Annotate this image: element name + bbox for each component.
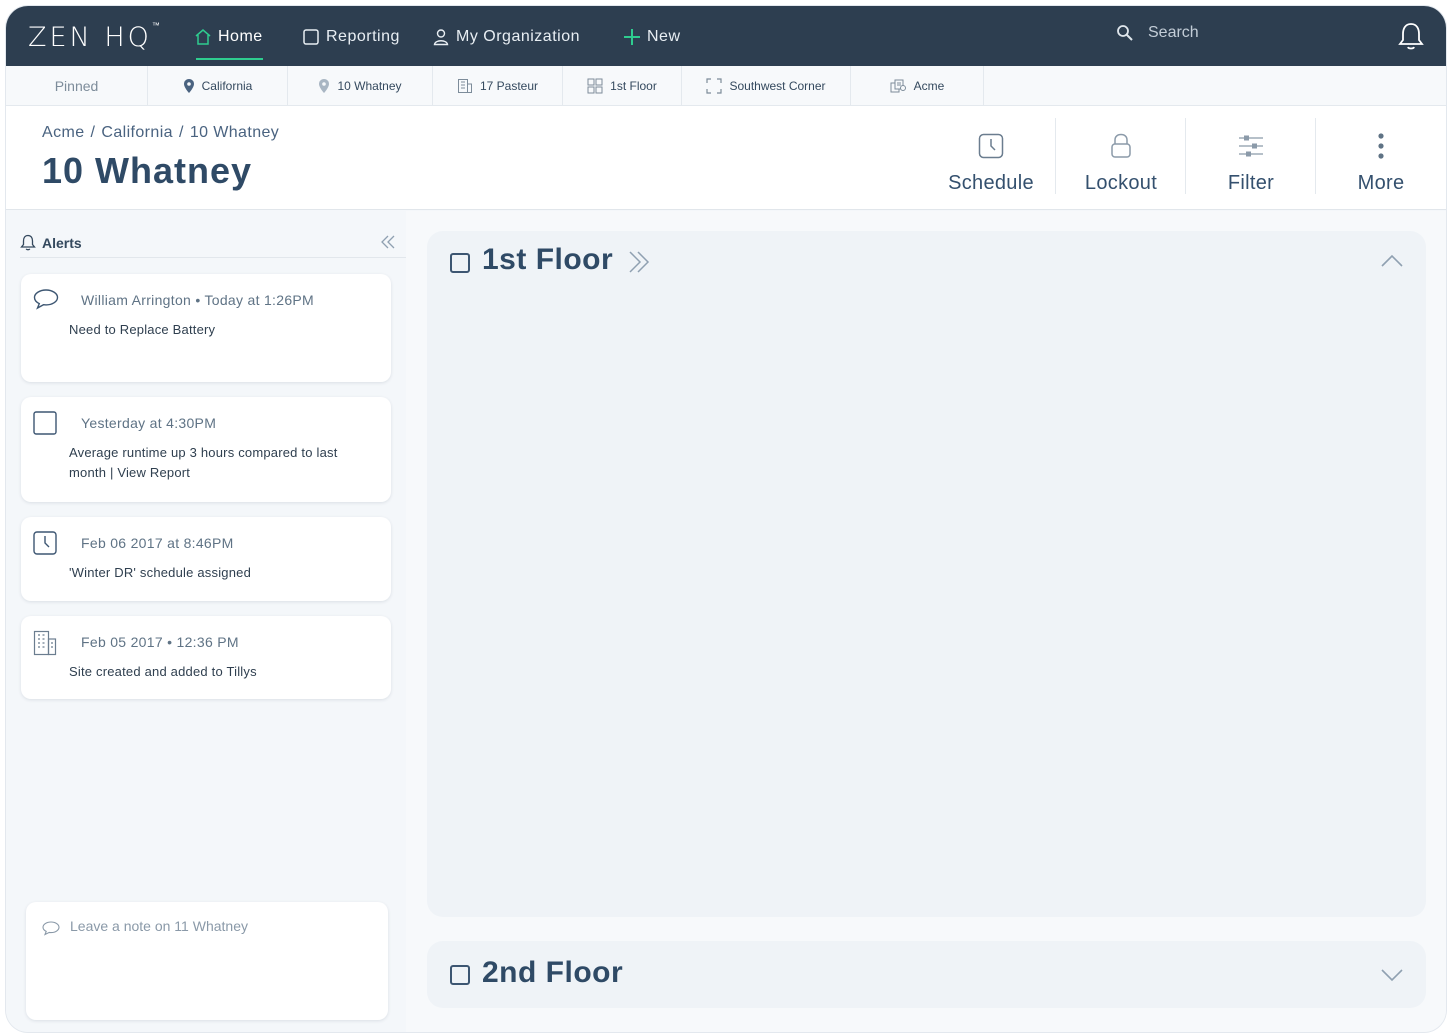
- collapse-panel-button[interactable]: [380, 234, 396, 255]
- more-button[interactable]: More: [1316, 118, 1446, 202]
- app-frame: ZEN HQ™ Home Reporting My Organization N…: [6, 6, 1446, 1032]
- bell-icon: [20, 234, 36, 251]
- nav-home-label: Home: [218, 28, 263, 45]
- nav-my-organization[interactable]: My Organization: [432, 24, 580, 50]
- alert-meta: William Arrington • Today at 1:26PM: [81, 292, 315, 308]
- alert-message: Site created and added to Tillys: [69, 664, 257, 679]
- plus-icon: [624, 29, 640, 45]
- clock-icon: [33, 531, 57, 560]
- more-vertical-icon: [1378, 133, 1384, 159]
- alert-card[interactable]: Feb 06 2017 at 8:46PM 'Winter DR' schedu…: [21, 517, 391, 601]
- filter-button[interactable]: Filter: [1186, 118, 1316, 202]
- home-icon: [195, 29, 211, 45]
- filter-sliders-icon: [1239, 135, 1263, 157]
- floor-grid-icon: [587, 78, 603, 94]
- pinned-item-label: California: [201, 79, 253, 93]
- alert-message: Average runtime up 3 hours compared to l…: [69, 445, 338, 480]
- alert-meta: Feb 05 2017 • 12:36 PM: [81, 634, 239, 650]
- search-input[interactable]: [1148, 24, 1348, 42]
- pinned-label: Pinned: [6, 66, 148, 106]
- breadcrumb-10-whatney[interactable]: 10 Whatney: [190, 124, 279, 141]
- schedule-button[interactable]: Schedule: [926, 118, 1056, 202]
- note-box: [26, 902, 388, 1020]
- pinned-label-text: Pinned: [54, 78, 99, 94]
- pinned-item-label: 17 Pasteur: [479, 79, 539, 93]
- nav-home[interactable]: Home: [194, 24, 263, 60]
- search-icon: [1117, 25, 1133, 41]
- breadcrumb: Acme / California / 10 Whatney: [42, 124, 279, 142]
- floors-panel: 1st Floor 2nd Floor: [406, 211, 1446, 1032]
- location-pin-icon: [183, 79, 194, 93]
- floor-section: 2nd Floor: [427, 941, 1426, 1008]
- nav-new[interactable]: New: [623, 24, 681, 50]
- lockout-label: Lockout: [1084, 172, 1158, 194]
- alert-meta: Yesterday at 4:30PM: [81, 415, 217, 431]
- alert-card[interactable]: William Arrington • Today at 1:26PM Need…: [21, 274, 391, 382]
- breadcrumb-separator: /: [178, 124, 184, 141]
- alert-card[interactable]: Yesterday at 4:30PM Average runtime up 3…: [21, 397, 391, 502]
- nav-org-label: My Organization: [456, 28, 580, 45]
- user-icon: [433, 29, 449, 46]
- organization-icon: [890, 79, 906, 93]
- alerts-panel: Alerts William Arrington • Today at 1:26…: [6, 211, 406, 1032]
- comment-icon: [33, 288, 59, 315]
- pinned-item-label: Southwest Corner: [729, 79, 826, 93]
- floor-title: 1st Floor: [482, 243, 614, 276]
- alert-message: Need to Replace Battery: [69, 322, 216, 337]
- pinned-item-southwest-corner[interactable]: Southwest Corner: [682, 66, 851, 106]
- building-icon: [33, 630, 57, 661]
- breadcrumb-acme[interactable]: Acme: [42, 124, 85, 141]
- pinned-item-california[interactable]: California: [148, 66, 288, 106]
- double-chevron-left-icon: [381, 235, 395, 249]
- floor-checkbox[interactable]: [450, 253, 470, 273]
- page-header: Acme / California / 10 Whatney 10 Whatney Sc…: [6, 106, 1446, 210]
- lockout-button[interactable]: Lockout: [1056, 118, 1186, 202]
- pinned-item-label: 10 Whatney: [337, 79, 402, 93]
- nav-reporting-label: Reporting: [326, 28, 400, 45]
- filter-label: Filter: [1227, 172, 1275, 194]
- pinned-item-17-pasteur[interactable]: 17 Pasteur: [433, 66, 563, 106]
- nav-reporting[interactable]: Reporting: [302, 24, 400, 50]
- floor-checkbox[interactable]: [450, 965, 470, 985]
- more-label: More: [1357, 172, 1405, 194]
- alerts-header: Alerts: [20, 228, 406, 258]
- floor-title: 2nd Floor: [482, 956, 624, 989]
- building-icon: [457, 79, 472, 93]
- pinned-item-acme[interactable]: Acme: [851, 66, 984, 106]
- pinned-item-1st-floor[interactable]: 1st Floor: [563, 66, 682, 106]
- checkbox-icon: [33, 411, 57, 440]
- logo-trademark: ™: [151, 21, 160, 30]
- comment-icon: [42, 921, 60, 941]
- alert-message: 'Winter DR' schedule assigned: [69, 565, 252, 580]
- chevron-up-icon[interactable]: [1380, 253, 1404, 274]
- reporting-icon: [303, 29, 319, 45]
- location-pin-outline-icon: [319, 79, 330, 93]
- chevron-down-icon[interactable]: [1380, 967, 1404, 988]
- breadcrumb-separator: /: [90, 124, 96, 141]
- search-box: [1116, 24, 1348, 42]
- nav-new-label: New: [647, 28, 681, 45]
- logo-text: ZEN HQ: [28, 22, 152, 53]
- clock-icon: [978, 133, 1004, 159]
- alert-card[interactable]: Feb 05 2017 • 12:36 PM Site created and …: [21, 616, 391, 699]
- page-title: 10 Whatney: [42, 150, 253, 191]
- double-chevron-right-icon[interactable]: [627, 250, 651, 279]
- pinned-bar: Pinned California 10 Whatney 17 Pasteur …: [6, 66, 1446, 106]
- alerts-title: Alerts: [42, 234, 82, 251]
- pinned-item-label: Acme: [913, 79, 945, 93]
- zone-corners-icon: [706, 78, 723, 94]
- note-input[interactable]: [70, 918, 370, 998]
- zen-hq-logo[interactable]: ZEN HQ™: [28, 21, 160, 53]
- breadcrumb-california[interactable]: California: [101, 124, 173, 141]
- lock-icon: [1111, 133, 1131, 158]
- pinned-item-label: 1st Floor: [610, 79, 657, 93]
- top-navigation: ZEN HQ™ Home Reporting My Organization N…: [6, 6, 1446, 66]
- schedule-label: Schedule: [948, 172, 1034, 194]
- pinned-item-10-whatney[interactable]: 10 Whatney: [288, 66, 433, 106]
- notifications-bell-icon[interactable]: [1396, 21, 1426, 56]
- floor-section: 1st Floor: [427, 231, 1426, 917]
- alert-meta: Feb 06 2017 at 8:46PM: [81, 535, 234, 551]
